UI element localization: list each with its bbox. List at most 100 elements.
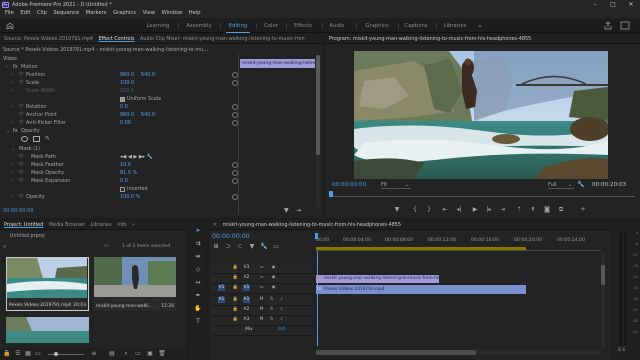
row-mask[interactable]: ⌄ Mask (1) [3, 145, 235, 153]
step-forward-icon[interactable]: |▸ [485, 206, 493, 213]
row-scale[interactable]: › ◷ Scale 100.0 [3, 79, 238, 87]
extract-icon[interactable]: ⇞ [529, 206, 537, 213]
comparison-view-icon[interactable]: ⧉ [557, 206, 565, 213]
menu-graphics[interactable]: Graphics [113, 9, 136, 18]
uniform-scale-checkbox[interactable] [120, 96, 125, 102]
track-a3-header[interactable]: 🔒 A3 M S ♪ [212, 317, 313, 326]
row-mask-opacity[interactable]: › ◷ Mask Opacity 81.0 % [3, 169, 238, 177]
zoom-slider[interactable] [48, 352, 84, 356]
workspace-tab-assembly[interactable]: Assembly [182, 21, 216, 31]
sequence-tab[interactable]: miskit-young-man-walking-listening-to-mu… [223, 221, 401, 229]
mix-volume[interactable]: 0.0 [278, 327, 285, 333]
track-a2-header[interactable]: 🔒 A2 M S ♪ [212, 307, 313, 316]
menu-sequence[interactable]: Sequence [54, 9, 80, 18]
hscroll-thumb[interactable] [316, 350, 476, 355]
source-patch-v1[interactable]: V1 [218, 285, 225, 291]
hand-tool-icon[interactable]: ✋ [193, 305, 203, 313]
home-icon[interactable] [6, 22, 14, 29]
clip-v2[interactable]: fx miskit-young-man-walking-listening-to… [316, 275, 439, 283]
zoom-level-select[interactable]: Fit ⌄ [381, 182, 411, 189]
export-icon[interactable] [604, 21, 612, 30]
workspace-tab-libraries[interactable]: Libraries [440, 21, 470, 31]
stopwatch-icon[interactable]: ◷ [18, 177, 24, 183]
lock-icon[interactable]: 🔒 [3, 350, 11, 357]
mark-out-icon[interactable]: } [425, 206, 433, 213]
row-opacity[interactable]: › ◷ Opacity 100.0 % [3, 193, 238, 201]
workspace-tab-editing[interactable]: Editing [224, 21, 252, 33]
solo-meter-icon[interactable]: S S [618, 348, 625, 353]
program-timecode[interactable]: 00:00:00:00 [332, 182, 366, 188]
lock-track-icon[interactable]: 🔒 [232, 297, 239, 303]
lock-track-icon[interactable]: 🔒 [232, 265, 239, 271]
playback-resolution-select[interactable]: Full ⌄ [548, 182, 574, 189]
nest-icon[interactable]: ⊞ [212, 243, 220, 250]
search-icon[interactable]: ⌕ [3, 243, 6, 251]
add-marker-icon[interactable]: ▼ [393, 206, 401, 213]
sync-lock-icon[interactable]: ▭ [258, 265, 265, 271]
play-icon[interactable]: ▶ [471, 206, 479, 213]
workspace-tab-graphics[interactable]: Graphics [362, 21, 392, 31]
clip-v1[interactable]: fx Pexels Videos 2019791.mp4 [316, 285, 526, 294]
automate-icon[interactable]: ▤ [108, 350, 116, 357]
linked-selection-icon[interactable]: ⊂ [236, 243, 244, 250]
solo-icon[interactable]: S [268, 307, 275, 313]
ec-scrollbar[interactable] [316, 55, 320, 207]
close-sequence-icon[interactable]: × [213, 221, 217, 229]
program-video-frame[interactable] [354, 51, 608, 179]
go-to-in-icon[interactable]: ⇤ [441, 206, 449, 213]
mute-icon[interactable]: M [258, 307, 265, 313]
menu-edit[interactable]: Edit [20, 9, 30, 18]
camera-icon[interactable]: ◙ [543, 206, 551, 213]
icon-view-icon[interactable]: ▦ [24, 350, 32, 357]
tab-effect-controls[interactable]: Effect Controls [99, 35, 135, 43]
ec-timecode[interactable]: 00:00:00:00 [3, 208, 34, 214]
menu-clip[interactable]: Clip [37, 9, 47, 18]
program-playhead[interactable] [329, 191, 333, 197]
workspace-tab-effects[interactable]: Effects [290, 21, 316, 31]
workspace-tab-captions[interactable]: Captions [402, 21, 430, 31]
tab-libraries[interactable]: Libraries [90, 221, 111, 229]
tab-info[interactable]: Info [117, 221, 126, 229]
solo-icon[interactable]: S [268, 317, 275, 323]
delete-icon[interactable]: 🗑 [158, 350, 166, 357]
mic-icon[interactable]: ♪ [278, 297, 285, 303]
row-rotation[interactable]: › ◷ Rotation 0.0 [3, 103, 238, 111]
menu-window[interactable]: Window [162, 9, 182, 18]
lock-track-icon[interactable]: 🔒 [232, 307, 239, 313]
project-item-pexels[interactable]: Pexels Videos 2019791.mp4 20:03 [6, 257, 89, 311]
new-bin-icon[interactable]: ▭ [104, 243, 109, 249]
stopwatch-icon[interactable]: ◷ [18, 119, 24, 125]
menu-markers[interactable]: Markers [86, 9, 107, 18]
inverted-checkbox[interactable] [120, 186, 125, 192]
type-tool-icon[interactable]: T [193, 318, 203, 326]
timeline-timecode[interactable]: 00:00:00:00 [212, 233, 250, 240]
row-mask-feather[interactable]: › ◷ Mask Feather 10.0 [3, 161, 238, 169]
reset-icon[interactable] [232, 194, 238, 200]
eye-icon[interactable]: ◉ [270, 265, 277, 271]
stopwatch-icon[interactable]: ◷ [18, 111, 24, 117]
mic-icon[interactable]: ♪ [278, 307, 285, 313]
settings-icon[interactable]: 🔧 [577, 181, 584, 188]
reset-icon[interactable] [232, 120, 238, 126]
lock-track-icon[interactable]: 🔒 [232, 317, 239, 323]
find-icon[interactable]: ⌕ [122, 350, 130, 357]
selection-tool-icon[interactable]: ➤ [193, 227, 203, 235]
freeform-view-icon[interactable]: ▭ [34, 350, 42, 357]
track-v2-header[interactable]: 🔒 V2 ▭ ◉ [212, 275, 313, 284]
stopwatch-icon[interactable]: ◷ [18, 79, 24, 85]
project-item-miskit[interactable]: miskit-young-man-walki... 11:26 [94, 257, 176, 311]
timeline-hscroll[interactable] [316, 350, 601, 355]
ec-timeline-clip[interactable]: miskit-young-man-walking-listenin [240, 59, 315, 68]
row-opacity-section[interactable]: ⌄ fx Opacity [3, 127, 235, 135]
step-back-icon[interactable]: ◂| [455, 206, 463, 213]
sync-lock-icon[interactable]: ▭ [258, 285, 265, 291]
mask-track-controls[interactable]: ◂◀ ◀ ▶ ▶▸ 🔧 [120, 153, 153, 161]
stopwatch-icon[interactable]: ◷ [18, 153, 24, 159]
snap-icon[interactable]: ⊃ [224, 243, 232, 250]
stopwatch-icon[interactable]: ◷ [18, 103, 24, 109]
reset-icon[interactable] [232, 104, 238, 110]
timeline-ruler[interactable]: 00:00 00:00:04:00 00:00:08:00 00:00:12:0… [315, 233, 601, 251]
solo-icon[interactable]: S [268, 297, 275, 303]
slip-tool-icon[interactable]: ↔ [193, 279, 203, 287]
track-mix-header[interactable]: Mix 0.0 [212, 327, 313, 336]
